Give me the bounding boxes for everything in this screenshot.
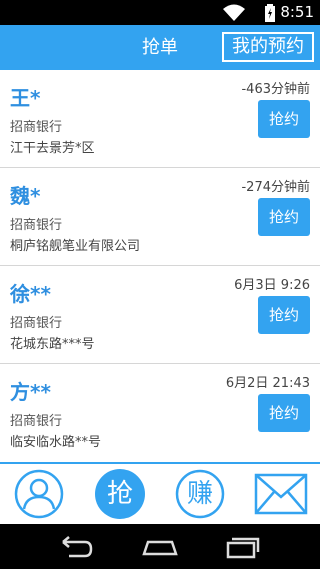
customer-address: 花城东路***号 — [10, 337, 95, 352]
order-list: 王* -463分钟前 招商银行 江干去景芳*区 抢约 魏* -274分钟前 招商… — [0, 70, 320, 462]
customer-name: 王* — [10, 86, 41, 110]
customer-address: 桐庐铭舰笔业有限公司 — [10, 239, 141, 254]
status-bar: 8:51 — [0, 0, 320, 25]
customer-address: 临安临水路**号 — [10, 435, 102, 450]
bank-name: 招商银行 — [10, 316, 63, 331]
navigation-bar — [0, 524, 320, 569]
order-card: 方** 6月2日 21:43 招商银行 临安临水路**号 抢约 — [0, 364, 320, 462]
bank-name: 招商银行 — [10, 218, 63, 233]
order-card: 王* -463分钟前 招商银行 江干去景芳*区 抢约 — [0, 70, 320, 168]
tab-earn[interactable]: 赚 — [175, 469, 225, 519]
grab-button[interactable]: 抢约 — [258, 394, 310, 432]
grab-button[interactable]: 抢约 — [258, 198, 310, 236]
order-time: -274分钟前 — [241, 180, 310, 195]
order-time: 6月3日 9:26 — [234, 278, 310, 293]
status-time: 8:51 — [280, 3, 314, 21]
tab-earn-label: 赚 — [186, 479, 213, 509]
bank-name: 招商银行 — [10, 414, 63, 429]
customer-name: 徐** — [10, 282, 51, 306]
bottom-tab-bar: 抢 赚 — [0, 462, 320, 524]
home-icon[interactable] — [140, 532, 180, 562]
grab-button[interactable]: 抢约 — [258, 296, 310, 334]
customer-name: 方** — [10, 380, 51, 404]
customer-name: 魏* — [10, 184, 41, 208]
tab-grab[interactable]: 抢 — [95, 469, 145, 519]
order-time: 6月2日 21:43 — [225, 376, 310, 391]
order-time: -463分钟前 — [241, 82, 310, 97]
grab-button[interactable]: 抢约 — [258, 100, 310, 138]
tab-grab-label: 抢 — [106, 479, 133, 509]
order-card: 徐** 6月3日 9:26 招商银行 花城东路***号 抢约 — [0, 266, 320, 364]
battery-icon — [265, 4, 275, 22]
my-appointments-button[interactable]: 我的预约 — [222, 32, 314, 62]
mail-icon[interactable] — [254, 473, 308, 515]
bank-name: 招商银行 — [10, 120, 63, 135]
recent-apps-icon[interactable] — [222, 532, 262, 562]
profile-icon[interactable] — [14, 469, 64, 519]
customer-address: 江干去景芳*区 — [10, 141, 95, 156]
back-icon[interactable] — [55, 532, 95, 562]
order-card: 魏* -274分钟前 招商银行 桐庐铭舰笔业有限公司 抢约 — [0, 168, 320, 266]
wifi-icon — [223, 4, 245, 21]
